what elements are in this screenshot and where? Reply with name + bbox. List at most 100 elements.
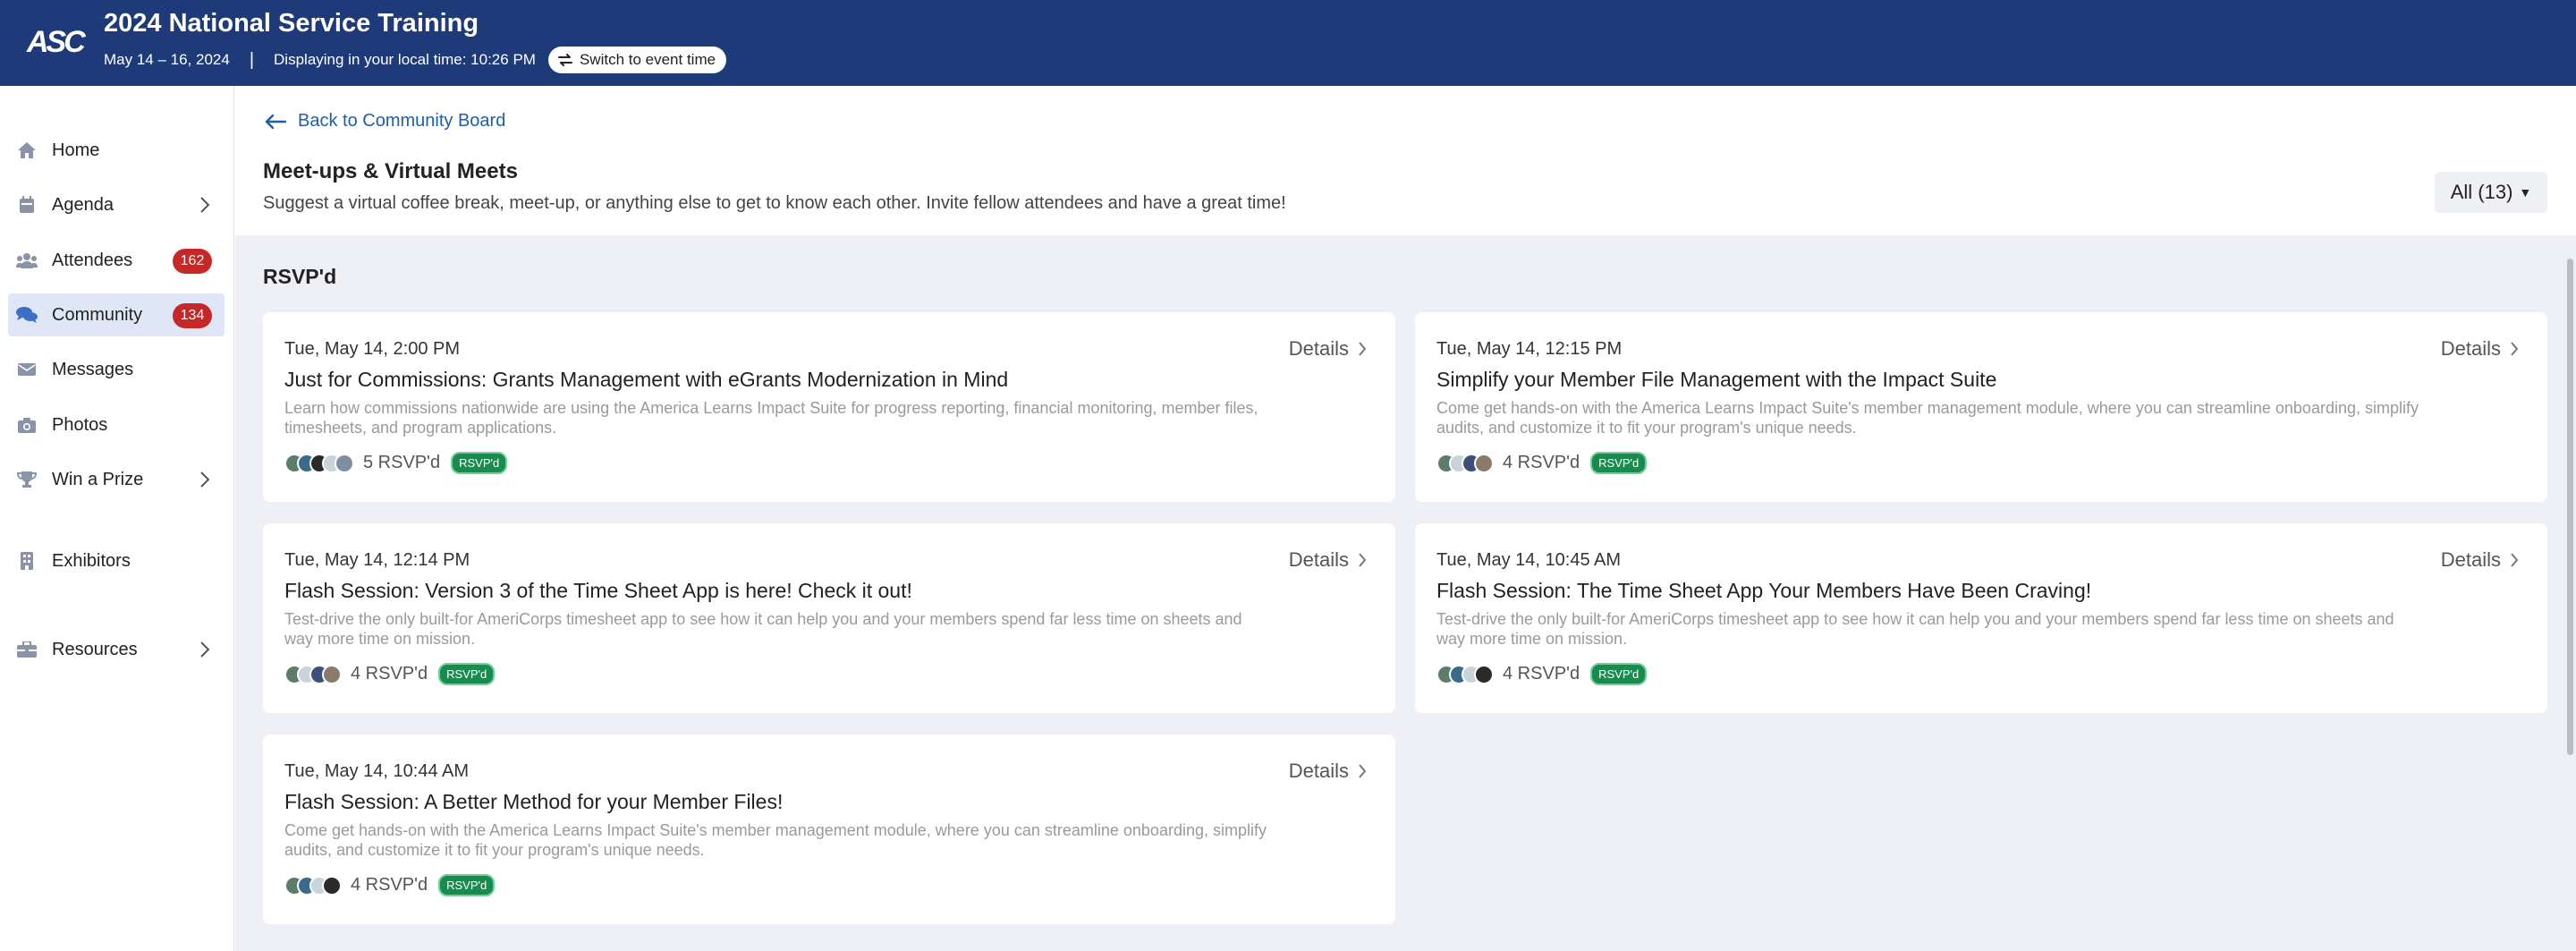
meetup-time: Tue, May 14, 2:00 PM bbox=[284, 339, 461, 359]
rsvp-count: 4 RSVP'd bbox=[1503, 453, 1580, 472]
trophy-icon bbox=[16, 469, 38, 490]
attendee-avatars bbox=[1436, 664, 1494, 684]
details-label: Details bbox=[2440, 337, 2501, 360]
rsvp-row: 5 RSVP'd RSVP'd bbox=[284, 452, 508, 474]
details-label: Details bbox=[2440, 548, 2501, 571]
avatar bbox=[322, 875, 342, 896]
rsvp-row: 4 RSVP'd RSVP'd bbox=[284, 663, 496, 685]
chat-icon bbox=[16, 304, 38, 326]
attendee-avatars bbox=[284, 875, 342, 896]
meetup-title: Flash Session: The Time Sheet App Your M… bbox=[1436, 579, 2092, 602]
switch-time-label: Switch to event time bbox=[579, 51, 716, 68]
rsvp-count: 4 RSVP'd bbox=[351, 664, 428, 684]
meetup-title: Just for Commissions: Grants Management … bbox=[284, 368, 1009, 391]
rsvp-status-badge: RSVP'd bbox=[451, 452, 508, 474]
meetup-description: Come get hands-on with the America Learn… bbox=[1436, 399, 2419, 437]
rsvp-row: 4 RSVP'd RSVP'd bbox=[1436, 452, 1648, 474]
camera-icon bbox=[16, 414, 38, 436]
sidebar-item-attendees[interactable]: Attendees 162 bbox=[8, 239, 225, 282]
event-subline: May 14 – 16, 2024 | Displaying in your l… bbox=[104, 47, 727, 73]
sidebar-item-label: Messages bbox=[52, 359, 134, 379]
meetup-card[interactable]: Tue, May 14, 10:44 AM Flash Session: A B… bbox=[263, 734, 1395, 924]
rsvp-count: 4 RSVP'd bbox=[1503, 664, 1580, 684]
meetup-description: Come get hands-on with the America Learn… bbox=[284, 821, 1267, 859]
attendees-count-badge: 162 bbox=[173, 249, 212, 274]
attendee-avatars bbox=[1436, 453, 1494, 473]
sidebar-item-home[interactable]: Home bbox=[8, 129, 225, 172]
meetup-time: Tue, May 14, 12:14 PM bbox=[284, 550, 470, 570]
sidebar-item-photos[interactable]: Photos bbox=[8, 403, 225, 446]
rsvp-count: 4 RSVP'd bbox=[351, 875, 428, 895]
sidebar-item-messages[interactable]: Messages bbox=[8, 348, 225, 391]
avatar bbox=[322, 664, 342, 684]
details-label: Details bbox=[1288, 760, 1349, 782]
chevron-right-icon bbox=[200, 641, 210, 658]
meetup-title: Flash Session: A Better Method for your … bbox=[284, 790, 784, 813]
details-link[interactable]: Details bbox=[1289, 337, 1367, 361]
avatar bbox=[1474, 664, 1494, 684]
sidebar-item-label: Exhibitors bbox=[52, 550, 131, 571]
caret-down-icon: ▼ bbox=[2519, 185, 2532, 200]
page-title: Meet-ups & Virtual Meets bbox=[263, 159, 518, 183]
attendee-avatars bbox=[284, 453, 354, 473]
avatar bbox=[335, 453, 354, 473]
sidebar-item-win-a-prize[interactable]: Win a Prize bbox=[8, 458, 225, 501]
home-icon bbox=[16, 140, 38, 161]
community-count-badge: 134 bbox=[173, 303, 212, 328]
sidebar-item-label: Win a Prize bbox=[52, 469, 144, 489]
sidebar-item-label: Attendees bbox=[52, 250, 133, 270]
meetup-card[interactable]: Tue, May 14, 10:45 AM Flash Session: The… bbox=[1415, 523, 2547, 713]
asc-logo[interactable]: ASC bbox=[27, 25, 86, 60]
details-label: Details bbox=[1288, 548, 1349, 571]
details-link[interactable]: Details bbox=[1289, 548, 1367, 572]
users-icon bbox=[16, 250, 38, 271]
meetup-description: Test-drive the only built-for AmeriCorps… bbox=[1436, 610, 2394, 648]
meetup-time: Tue, May 14, 12:15 PM bbox=[1436, 339, 1623, 359]
rsvp-status-badge: RSVP'd bbox=[1590, 663, 1648, 685]
building-icon bbox=[16, 550, 38, 572]
back-to-community-link[interactable]: Back to Community Board bbox=[264, 111, 505, 132]
sidebar-item-exhibitors[interactable]: Exhibitors bbox=[8, 539, 225, 582]
meetup-card[interactable]: Tue, May 14, 2:00 PM Just for Commission… bbox=[263, 312, 1395, 502]
filter-label: All (13) bbox=[2450, 181, 2513, 203]
meetup-title: Flash Session: Version 3 of the Time She… bbox=[284, 579, 912, 602]
details-link[interactable]: Details bbox=[2441, 337, 2519, 361]
sidebar: Home Agenda Attendees 162 Community 134 … bbox=[0, 86, 234, 951]
details-link[interactable]: Details bbox=[1289, 760, 1367, 783]
chevron-right-icon bbox=[1359, 553, 1367, 567]
meetup-card[interactable]: Tue, May 14, 12:15 PM Simplify your Memb… bbox=[1415, 312, 2547, 502]
meetup-time: Tue, May 14, 10:45 AM bbox=[1436, 550, 1622, 570]
rsvp-count: 5 RSVP'd bbox=[363, 453, 441, 472]
event-title: 2024 National Service Training bbox=[104, 9, 479, 38]
details-label: Details bbox=[1288, 337, 1349, 360]
switch-time-button[interactable]: Switch to event time bbox=[547, 47, 727, 73]
chevron-right-icon bbox=[1359, 764, 1367, 778]
briefcase-icon bbox=[16, 639, 38, 660]
event-dates: May 14 – 16, 2024 bbox=[104, 51, 230, 68]
rsvpd-group-title: RSVP'd bbox=[263, 265, 337, 288]
chevron-right-icon bbox=[2511, 553, 2519, 567]
meetup-card[interactable]: Tue, May 14, 12:14 PM Flash Session: Ver… bbox=[263, 523, 1395, 713]
details-link[interactable]: Details bbox=[2441, 548, 2519, 572]
attendee-avatars bbox=[284, 664, 342, 684]
envelope-icon bbox=[16, 359, 38, 380]
sidebar-item-agenda[interactable]: Agenda bbox=[8, 183, 225, 226]
chevron-right-icon bbox=[200, 197, 210, 213]
scrollbar-thumb[interactable] bbox=[2567, 259, 2573, 755]
filter-dropdown[interactable]: All (13) ▼ bbox=[2435, 172, 2547, 213]
meetup-description: Learn how commissions nationwide are usi… bbox=[284, 399, 1258, 437]
sidebar-item-label: Home bbox=[52, 140, 100, 160]
meetup-description: Test-drive the only built-for AmeriCorps… bbox=[284, 610, 1242, 648]
calendar-icon bbox=[16, 194, 38, 216]
rsvp-row: 4 RSVP'd RSVP'd bbox=[1436, 663, 1648, 685]
back-link-label: Back to Community Board bbox=[298, 111, 506, 131]
rsvp-row: 4 RSVP'd RSVP'd bbox=[284, 874, 496, 896]
meetup-time: Tue, May 14, 10:44 AM bbox=[284, 761, 470, 781]
chevron-right-icon bbox=[1359, 342, 1367, 356]
vertical-scrollbar[interactable] bbox=[2564, 235, 2576, 951]
rsvp-status-badge: RSVP'd bbox=[438, 874, 496, 896]
avatar bbox=[1474, 453, 1494, 473]
sidebar-item-resources[interactable]: Resources bbox=[8, 628, 225, 671]
app-header: ASC 2024 National Service Training May 1… bbox=[0, 0, 2576, 86]
sidebar-item-community[interactable]: Community 134 bbox=[8, 293, 225, 336]
